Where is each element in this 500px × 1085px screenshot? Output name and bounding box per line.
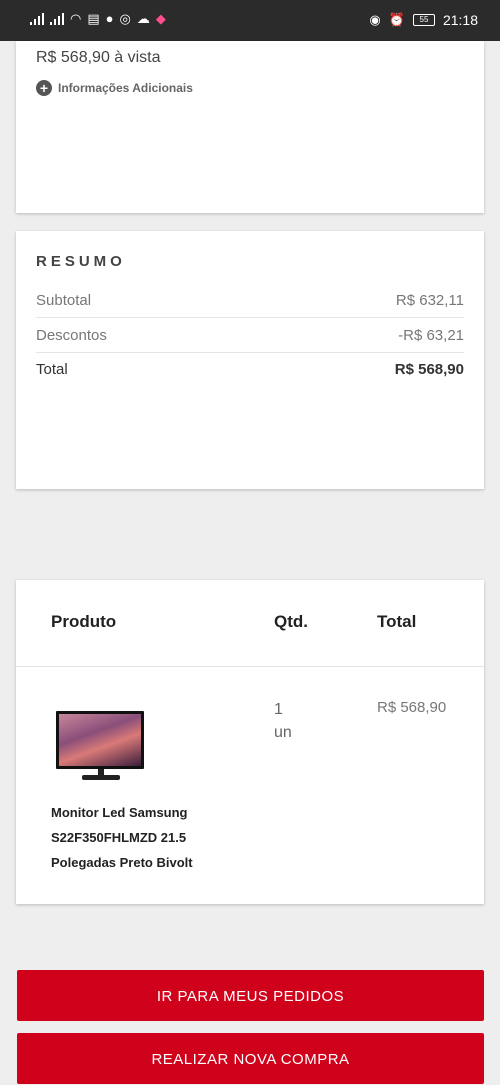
discount-value: -R$ 63,21 <box>398 326 464 344</box>
total-label: Total <box>36 360 68 378</box>
additional-info-label: Informações Adicionais <box>58 81 193 95</box>
battery-icon: 55 <box>412 14 435 26</box>
plus-circle-icon: + <box>36 80 52 96</box>
clock: 21:18 <box>442 12 478 28</box>
cash-price: R$ 568,90 à vista <box>36 49 161 66</box>
qty-value: 1 <box>274 701 283 718</box>
subtotal-value: R$ 632,11 <box>395 291 464 309</box>
go-to-orders-button[interactable]: IR PARA MEUS PEDIDOS <box>17 970 484 1021</box>
summary-row-discount: Descontos -R$ 63,21 <box>36 318 464 353</box>
whatsapp-icon: ● <box>105 11 114 26</box>
discount-label: Descontos <box>36 326 107 344</box>
alarm-icon: ⏰ <box>388 12 405 27</box>
cloud-icon: ☁ <box>136 11 150 26</box>
status-bar: ◠ ▤ ● ◎ ☁ ◆ ◉ ⏰ 55 21:18 <box>0 0 500 41</box>
signal-icon <box>30 13 44 25</box>
wifi-icon: ◠ <box>70 11 82 26</box>
column-header-product: Produto <box>51 612 117 631</box>
product-name-line: Monitor Led Samsung <box>51 805 188 820</box>
order-items-card: Produto Qtd. Total Monitor Led Samsung S… <box>16 580 484 904</box>
signal-icon <box>50 13 64 25</box>
product-qty: 1 un <box>274 698 314 744</box>
qty-unit: un <box>274 724 292 741</box>
total-value: R$ 568,90 <box>394 360 464 378</box>
product-name-line: Polegadas Preto Bivolt <box>51 855 193 870</box>
summary-row-subtotal: Subtotal R$ 632,11 <box>36 283 464 318</box>
app-icon: ◆ <box>155 11 166 26</box>
product-total: R$ 568,90 <box>377 699 447 716</box>
product-name-line: S22F350FHLMZD 21.5 <box>51 830 187 845</box>
summary-row-total: Total R$ 568,90 <box>36 352 464 386</box>
message-icon: ▤ <box>87 11 100 26</box>
new-purchase-button[interactable]: REALIZAR NOVA COMPRA <box>17 1033 484 1084</box>
column-header-qty: Qtd. <box>274 612 308 631</box>
product-image <box>54 705 150 785</box>
status-icons-right: ◉ ⏰ 55 21:18 <box>369 12 478 28</box>
additional-info-toggle[interactable]: + Informações Adicionais <box>36 80 193 96</box>
summary-title: RESUMO <box>36 253 126 270</box>
eye-icon: ◉ <box>369 12 381 27</box>
instagram-icon: ◎ <box>119 11 131 26</box>
summary-card: RESUMO Subtotal R$ 632,11 Descontos -R$ … <box>16 231 484 489</box>
product-name: Monitor Led Samsung S22F350FHLMZD 21.5 P… <box>51 800 251 875</box>
subtotal-label: Subtotal <box>36 291 92 309</box>
status-icons-left: ◠ ▤ ● ◎ ☁ ◆ <box>30 12 166 26</box>
table-divider <box>16 666 484 667</box>
column-header-total: Total <box>377 612 417 631</box>
payment-card: R$ 568,90 à vista + Informações Adiciona… <box>16 41 484 213</box>
